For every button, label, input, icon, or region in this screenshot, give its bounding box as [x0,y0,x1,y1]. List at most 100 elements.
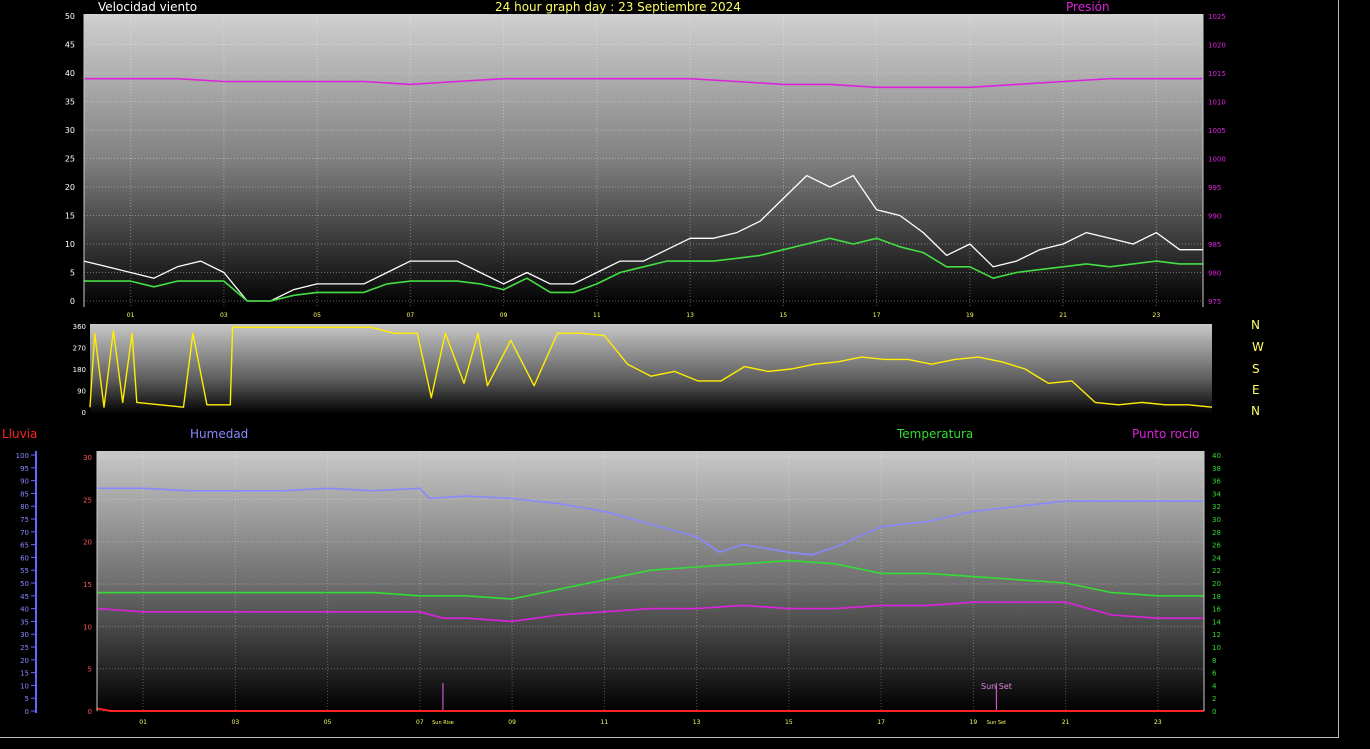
humidity-title: Humedad [190,427,249,441]
humidity-tick-label: 30 [20,631,29,639]
humidity-tick-label: 85 [20,490,29,498]
y2-tick-label: 0 [1212,708,1216,716]
y-tick-label: 0 [70,297,75,306]
temperature-title: Temperatura [897,427,974,441]
y2-tick-label: 8 [1212,657,1216,665]
y2-tick-label: 24 [1212,554,1221,562]
direction-label-n-top: N [1251,318,1260,332]
y-tick-label: 25 [83,496,92,504]
y-tick-label: 45 [65,41,75,50]
y2-tick-label: 18 [1212,593,1221,601]
y2-tick-label: 2 [1212,695,1216,703]
y-tick-label: 180 [73,366,86,374]
humidity-tick-label: 35 [20,618,29,626]
y2-tick-label: 1015 [1208,70,1226,78]
humidity-tick-label: 100 [16,452,29,460]
y2-tick-label: 1010 [1208,99,1226,107]
y2-tick-label: 6 [1212,670,1217,678]
y2-tick-label: 16 [1212,606,1221,614]
y-tick-label: 360 [73,323,86,331]
humidity-tick-label: 15 [20,670,29,678]
x-tick-label: 19 [970,719,978,725]
y2-tick-label: 20 [1212,580,1221,588]
y2-tick-label: 34 [1212,490,1221,498]
y-tick-label: 15 [83,581,92,589]
direction-label-n-bottom: N [1251,404,1260,418]
humidity-tick-label: 90 [20,478,29,486]
y2-tick-label: 38 [1212,465,1221,473]
y-tick-label: 35 [65,98,75,107]
y2-tick-label: 32 [1212,503,1221,511]
direction-label-e: E [1252,383,1260,397]
sun-marker-axis-label: Sun Rise [432,720,454,725]
y-tick-label: 40 [65,69,75,78]
x-tick-label: 13 [693,719,701,725]
humidity-tick-label: 20 [20,657,29,665]
humidity-tick-label: 55 [20,567,29,575]
y2-tick-label: 26 [1212,542,1221,550]
y2-tick-label: 1000 [1208,156,1226,164]
x-tick-label: 23 [1154,719,1162,725]
x-tick-label: 11 [601,719,609,725]
humidity-tick-label: 25 [20,644,29,652]
y2-tick-label: 40 [1212,452,1221,460]
y2-tick-label: 10 [1212,644,1221,652]
y2-tick-label: 22 [1212,567,1221,575]
y2-tick-label: 28 [1212,529,1221,537]
y2-tick-label: 990 [1208,213,1221,221]
y2-tick-label: 980 [1208,270,1221,278]
x-tick-label: 01 [139,719,147,725]
direction-label-w: W [1252,340,1264,354]
y2-tick-label: 14 [1212,618,1221,626]
sun-marker-axis-label: Sun Set [987,720,1006,725]
humidity-tick-label: 75 [20,516,29,524]
x-tick-label: 05 [324,719,332,725]
wind-direction-chart: 0 90 180 270 360 [73,323,1213,417]
y2-tick-label: 36 [1212,478,1221,486]
x-tick-label: 17 [877,719,885,725]
humidity-tick-label: 95 [20,465,29,473]
humidity-tick-label: 65 [20,542,29,550]
y-tick-label: 5 [70,269,75,278]
y2-tick-label: 30 [1212,516,1221,524]
humidity-tick-label: 45 [20,593,29,601]
y-tick-label: 15 [65,212,75,221]
y2-tick-label: 1020 [1208,42,1226,50]
wind-pressure-chart: 0510152025303540455097598098599099510001… [65,12,1226,319]
sun-marker-label: Sun Set [981,682,1012,691]
direction-label-s: S [1252,362,1260,376]
y-tick-label: 30 [65,126,75,135]
x-tick-label: 07 [416,719,424,725]
y-tick-label: 10 [83,623,92,631]
y-tick-label: 20 [65,183,75,192]
humidity-tick-label: 40 [20,606,29,614]
x-tick-label: 09 [508,719,516,725]
y-tick-label: 270 [73,345,86,353]
y2-tick-label: 12 [1212,631,1221,639]
plot-background [84,14,1203,307]
y2-tick-label: 995 [1208,184,1221,192]
y-tick-label: 10 [65,240,75,249]
humidity-tick-label: 5 [25,695,29,703]
y-tick-label: 0 [88,708,92,716]
humidity-tick-label: 70 [20,529,29,537]
humidity-tick-label: 0 [25,708,29,716]
humidity-tick-label: 50 [20,580,29,588]
y2-tick-label: 1025 [1208,13,1226,21]
y-tick-label: 25 [65,155,75,164]
y-tick-label: 50 [65,12,75,21]
x-tick-label: 03 [232,719,240,725]
humidity-tick-label: 80 [20,503,29,511]
y2-tick-label: 975 [1208,298,1221,306]
y-tick-label: 0 [82,409,86,417]
humidity-tick-label: 60 [20,554,29,562]
y-tick-label: 30 [83,454,92,462]
y-tick-label: 5 [88,666,92,674]
y2-tick-label: 4 [1212,682,1217,690]
y-tick-label: 90 [77,388,86,396]
rain-title: Lluvia [2,427,38,441]
y2-tick-label: 985 [1208,241,1221,249]
y2-tick-label: 1005 [1208,127,1226,135]
x-tick-label: 21 [1062,719,1070,725]
humidity-tick-label: 10 [20,682,29,690]
